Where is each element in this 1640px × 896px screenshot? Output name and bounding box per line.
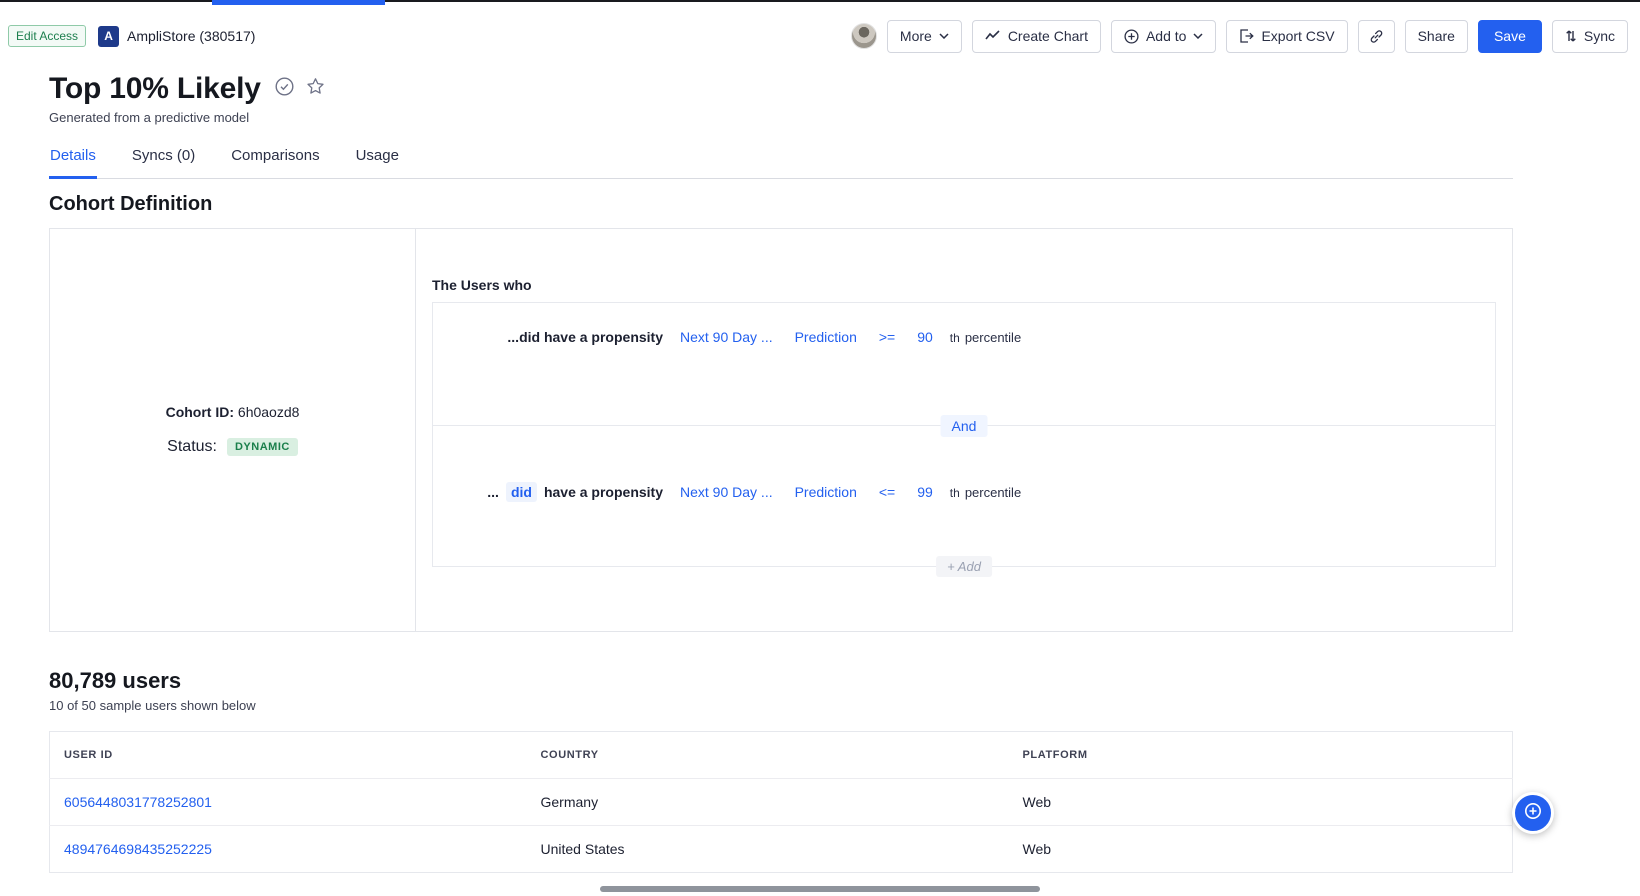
col-header-platform: PLATFORM [1009, 732, 1513, 779]
status-label: Status: [167, 438, 217, 456]
col-header-country: COUNTRY [527, 732, 1009, 779]
star-icon[interactable] [306, 77, 325, 101]
table-row: 4894764698435252225 United States Web [50, 826, 1513, 873]
definition-builder-column: The Users who ...did have a propensity N… [416, 229, 1512, 631]
sample-users-table: USER ID COUNTRY PLATFORM 605644803177825… [49, 731, 1513, 873]
clause2-operator-select[interactable]: <= [874, 482, 900, 502]
copy-link-button[interactable] [1358, 20, 1395, 53]
clause1-prefix: ...did have a propensity [507, 329, 663, 345]
clause2-dots: ... [487, 484, 499, 500]
page-title: Top 10% Likely [49, 72, 261, 106]
tab-usage[interactable]: Usage [355, 138, 400, 179]
tab-details[interactable]: Details [49, 138, 97, 179]
title-row: Top 10% Likely [49, 72, 325, 106]
cohort-id-line: Cohort ID: 6h0aozd8 [166, 404, 300, 420]
clause2-value-input[interactable]: 99 [912, 482, 938, 502]
app-header: Edit Access A AmpliStore (380517) More C… [0, 8, 1640, 64]
clause2-unit: th [950, 486, 960, 500]
cohort-definition-panel: Cohort ID: 6h0aozd8 Status: DYNAMIC The … [49, 228, 1513, 632]
clause-row-1: ...did have a propensity Next 90 Day ...… [433, 303, 1495, 347]
line-chart-icon [985, 30, 1001, 42]
assistant-fab[interactable] [1512, 792, 1554, 834]
add-clause-button[interactable]: + Add [936, 556, 992, 577]
country-cell: Germany [527, 779, 1009, 826]
clause1-kind-select[interactable]: Prediction [790, 327, 862, 347]
export-icon [1239, 29, 1254, 43]
clause2-property-select[interactable]: Next 90 Day ... [675, 482, 778, 502]
table-row: 6056448031778252801 Germany Web [50, 779, 1513, 826]
clause-row-2-container: ... did have a propensity Next 90 Day ..… [433, 426, 1495, 502]
create-chart-label: Create Chart [1008, 28, 1088, 44]
user-id-link[interactable]: 6056448031778252801 [64, 794, 212, 810]
cohort-meta-column: Cohort ID: 6h0aozd8 Status: DYNAMIC [50, 229, 416, 631]
cohort-definition-heading: Cohort Definition [49, 193, 212, 216]
status-line: Status: DYNAMIC [167, 438, 298, 456]
table-header-row: USER ID COUNTRY PLATFORM [50, 732, 1513, 779]
sync-label: Sync [1584, 28, 1615, 44]
more-button[interactable]: More [887, 20, 962, 53]
plus-circle-icon [1124, 29, 1139, 44]
clause2-suffix: percentile [965, 485, 1021, 500]
and-connector[interactable]: And [941, 415, 988, 437]
share-label: Share [1418, 28, 1455, 44]
tab-syncs[interactable]: Syncs (0) [131, 138, 196, 179]
workspace-avatar: A [98, 26, 119, 47]
header-actions: More Create Chart Add to Export CSV Shar… [851, 20, 1628, 53]
workspace-switcher[interactable]: A AmpliStore (380517) [98, 26, 255, 47]
add-to-button[interactable]: Add to [1111, 20, 1216, 53]
country-cell: United States [527, 826, 1009, 873]
create-chart-button[interactable]: Create Chart [972, 20, 1101, 53]
users-count-heading: 80,789 users [49, 668, 181, 694]
verified-check-icon[interactable] [275, 77, 294, 101]
sync-button[interactable]: Sync [1552, 20, 1628, 53]
clause2-verb-select[interactable]: did [506, 482, 537, 502]
cohort-details-page: Edit Access A AmpliStore (380517) More C… [0, 0, 1640, 896]
platform-cell: Web [1009, 779, 1513, 826]
users-sample-note: 10 of 50 sample users shown below [49, 698, 256, 713]
workspace-name: AmpliStore (380517) [127, 28, 255, 44]
platform-cell: Web [1009, 826, 1513, 873]
clause-row-2: ... did have a propensity Next 90 Day ..… [433, 426, 1495, 502]
status-badge: DYNAMIC [227, 438, 298, 456]
clause2-prefix: have a propensity [544, 484, 663, 500]
user-id-link[interactable]: 4894764698435252225 [64, 841, 212, 857]
add-to-label: Add to [1146, 28, 1186, 44]
clause1-suffix: percentile [965, 330, 1021, 345]
user-avatar[interactable] [851, 23, 877, 49]
export-csv-button[interactable]: Export CSV [1226, 20, 1347, 53]
link-icon [1369, 29, 1384, 44]
export-csv-label: Export CSV [1261, 28, 1334, 44]
tab-bar: Details Syncs (0) Comparisons Usage [49, 138, 1513, 179]
more-label: More [900, 28, 932, 44]
assistant-icon [1523, 801, 1543, 826]
chevron-down-icon [1193, 33, 1203, 39]
save-button[interactable]: Save [1478, 20, 1542, 53]
cohort-id-label: Cohort ID: [166, 404, 234, 420]
page-subtitle: Generated from a predictive model [49, 110, 249, 125]
cohort-id-value: 6h0aozd8 [238, 404, 300, 420]
edit-access-badge: Edit Access [8, 25, 86, 47]
clause1-operator-select[interactable]: >= [874, 327, 900, 347]
sync-arrows-icon [1565, 29, 1577, 43]
chevron-down-icon [939, 33, 949, 39]
clause1-unit: th [950, 331, 960, 345]
horizontal-scrollbar-thumb[interactable] [600, 886, 1040, 892]
col-header-user-id: USER ID [50, 732, 527, 779]
clause-row-1-container: ...did have a propensity Next 90 Day ...… [433, 303, 1495, 426]
share-button[interactable]: Share [1405, 20, 1468, 53]
clause2-kind-select[interactable]: Prediction [790, 482, 862, 502]
top-loading-bar [212, 0, 385, 5]
header-left: Edit Access A AmpliStore (380517) [8, 25, 255, 47]
tab-comparisons[interactable]: Comparisons [230, 138, 320, 179]
clause1-value-input[interactable]: 90 [912, 327, 938, 347]
users-who-label: The Users who [432, 277, 1496, 293]
clause-box: ...did have a propensity Next 90 Day ...… [432, 302, 1496, 567]
clause1-property-select[interactable]: Next 90 Day ... [675, 327, 778, 347]
save-label: Save [1494, 28, 1526, 44]
